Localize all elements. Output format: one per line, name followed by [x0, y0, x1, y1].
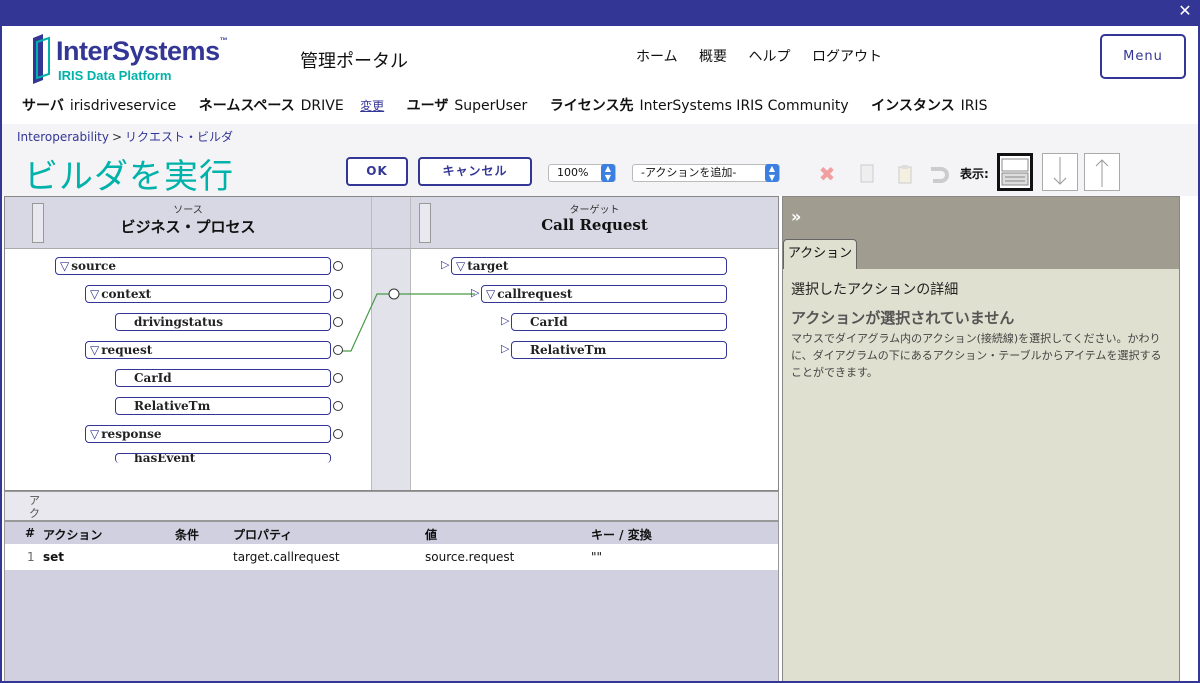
- view-diagram-icon[interactable]: [1042, 153, 1078, 191]
- col-property[interactable]: プロパティ: [233, 526, 292, 543]
- logo-subtitle: IRIS Data Platform: [58, 68, 172, 83]
- instance-label: インスタンス: [871, 98, 955, 114]
- details-panel: » アクション 選択したアクションの詳細 アクションが選択されていません マウス…: [782, 196, 1180, 681]
- server-label: サーバ: [22, 98, 64, 114]
- source-node-relativetm[interactable]: RelativeTm: [115, 397, 331, 415]
- info-bar: サーバ irisdriveservice ネームスペース DRIVE 変更 ユーザ S…: [22, 95, 1005, 115]
- target-node-relativetm[interactable]: RelativeTm: [511, 341, 727, 359]
- nav-help-link[interactable]: ヘルプ: [749, 49, 791, 65]
- actions-section-label: アクション: [29, 494, 40, 520]
- table-row[interactable]: 1 set target.callrequest source.request …: [5, 544, 778, 570]
- instance-value: IRIS: [960, 98, 988, 114]
- paste-icon[interactable]: [892, 161, 918, 187]
- col-action[interactable]: アクション: [43, 526, 102, 543]
- top-nav: ホーム 概要 ヘルプ ログアウト: [636, 46, 899, 66]
- add-action-select[interactable]: -アクションを追加- ▲ ▼: [632, 164, 780, 182]
- details-heading: 選択したアクションの詳細: [791, 282, 959, 298]
- col-key-transform[interactable]: キー / 変換: [591, 526, 652, 543]
- expand-icon[interactable]: »: [791, 207, 801, 226]
- namespace-value: DRIVE: [300, 98, 344, 114]
- breadcrumb-separator: >: [111, 130, 123, 144]
- source-port[interactable]: [333, 317, 343, 327]
- breadcrumb-current[interactable]: リクエスト・ビルダ: [125, 130, 233, 144]
- source-port[interactable]: [333, 373, 343, 383]
- target-port-icon[interactable]: ▷: [441, 258, 449, 271]
- target-node-callrequest[interactable]: ▽ callrequest: [481, 285, 727, 303]
- namespace-label: ネームスペース: [198, 98, 295, 114]
- view-table-icon[interactable]: [1084, 153, 1120, 191]
- tab-action[interactable]: アクション: [783, 239, 857, 269]
- row-action: set: [43, 550, 65, 564]
- no-selection-message: アクションが選択されていません: [791, 309, 1015, 327]
- source-port[interactable]: [333, 289, 343, 299]
- details-panel-top: » アクション: [783, 197, 1179, 269]
- chevron-updown-icon: ▲ ▼: [765, 164, 779, 182]
- col-num[interactable]: #: [25, 526, 35, 540]
- col-condition[interactable]: 条件: [175, 526, 199, 543]
- cancel-button[interactable]: キャンセル: [418, 157, 532, 186]
- source-port[interactable]: [333, 261, 343, 271]
- license-value: InterSystems IRIS Community: [639, 98, 849, 114]
- row-key: "": [591, 550, 603, 564]
- server-value: irisdriveservice: [69, 98, 177, 114]
- user-label: ユーザ: [406, 98, 449, 114]
- zoom-value: 100%: [557, 166, 589, 179]
- target-port-icon[interactable]: ▷: [501, 342, 509, 355]
- source-node-request[interactable]: ▽ request: [85, 341, 331, 359]
- chevron-updown-icon: ▲ ▼: [601, 164, 615, 182]
- nav-overview-link[interactable]: 概要: [699, 49, 727, 65]
- page-title: ビルダを実行: [24, 157, 234, 197]
- actions-table-header: # アクション 条件 プロパティ 値 キー / 変換: [5, 522, 778, 544]
- view-both-icon[interactable]: [997, 153, 1033, 191]
- intersystems-logo[interactable]: InterSystems™ IRIS Data Platform: [30, 34, 250, 90]
- breadcrumb: Interoperability > リクエスト・ビルダ: [17, 128, 233, 145]
- source-node-response[interactable]: ▽ response: [85, 425, 331, 443]
- details-content: 選択したアクションの詳細 アクションが選択されていません マウスでダイアグラム内…: [791, 279, 1171, 381]
- delete-icon[interactable]: ✖: [814, 161, 840, 187]
- copy-icon[interactable]: [854, 161, 880, 187]
- source-node-drivingstatus[interactable]: drivingstatus: [115, 313, 331, 331]
- source-port[interactable]: [333, 345, 343, 355]
- mapping-diagram[interactable]: ソース ビジネス・プロセス ターゲット Call Request ▽ source…: [4, 196, 779, 491]
- breadcrumb-interoperability[interactable]: Interoperability: [17, 130, 109, 144]
- change-namespace-link[interactable]: 変更: [360, 99, 384, 113]
- portal-frame: InterSystems™ IRIS Data Platform 管理ポータル …: [2, 26, 1198, 681]
- row-num: 1: [27, 550, 35, 564]
- source-port[interactable]: [333, 429, 343, 439]
- actions-table: # アクション 条件 プロパティ 値 キー / 変換 1 set target.…: [4, 521, 779, 681]
- zoom-select[interactable]: 100% ▲ ▼: [548, 164, 616, 182]
- source-port[interactable]: [333, 401, 343, 411]
- logo-text: InterSystems™: [56, 36, 228, 66]
- menu-button[interactable]: Menu: [1100, 34, 1186, 79]
- nav-logout-link[interactable]: ログアウト: [812, 49, 882, 65]
- target-port-icon[interactable]: ▷: [501, 314, 509, 327]
- license-label: ライセンス先: [549, 98, 634, 114]
- undo-icon[interactable]: [926, 161, 952, 187]
- source-node-carid[interactable]: CarId: [115, 369, 331, 387]
- target-node-target[interactable]: ▽ target: [451, 257, 727, 275]
- actions-section-header: アクション: [4, 491, 779, 521]
- row-value: source.request: [425, 550, 515, 564]
- ok-button[interactable]: OK: [346, 157, 408, 186]
- source-node-context[interactable]: ▽ context: [85, 285, 331, 303]
- page-header: Interoperability > リクエスト・ビルダ ビルダを実行 OK キャン…: [2, 124, 1198, 197]
- connection-port[interactable]: [388, 288, 400, 300]
- user-value: SuperUser: [454, 98, 528, 114]
- show-label: 表示:: [960, 167, 989, 181]
- portal-title: 管理ポータル: [300, 51, 408, 72]
- source-node-source[interactable]: ▽ source: [55, 257, 331, 275]
- nav-home-link[interactable]: ホーム: [636, 49, 678, 65]
- details-help-text: マウスでダイアグラム内のアクション(接続線)を選択してください。かわりに、ダイア…: [791, 332, 1162, 379]
- close-icon[interactable]: ✕: [1176, 2, 1194, 20]
- row-property: target.callrequest: [233, 550, 340, 564]
- connection-line[interactable]: [338, 293, 389, 352]
- add-action-value: -アクションを追加-: [641, 166, 737, 179]
- logo-mark-icon: [33, 34, 50, 84]
- target-node-carid[interactable]: CarId: [511, 313, 727, 331]
- source-node-hasevent[interactable]: hasEvent: [115, 453, 331, 463]
- col-value[interactable]: 値: [425, 526, 437, 543]
- target-port-icon[interactable]: ▷: [471, 286, 479, 299]
- window-titlebar: ✕: [0, 0, 1200, 26]
